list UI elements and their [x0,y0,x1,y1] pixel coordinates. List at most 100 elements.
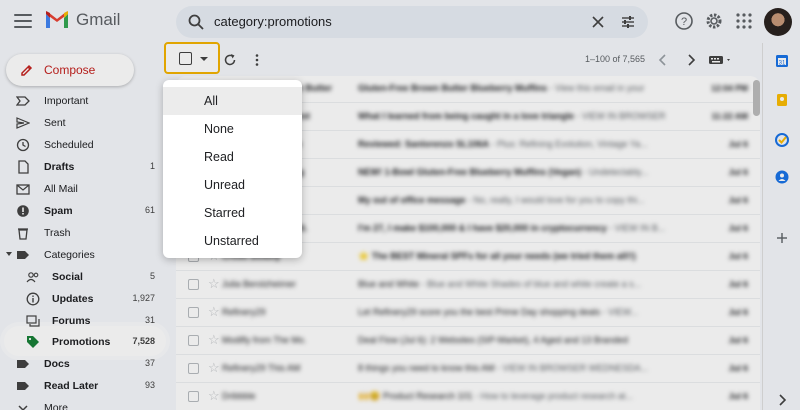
sidebar-item-label: Updates [52,293,94,305]
sidebar-item-drafts[interactable]: Drafts 1 [0,156,162,178]
sidebar-item-all-mail[interactable]: All Mail [0,178,162,200]
row-checkbox[interactable] [188,391,199,402]
compose-button[interactable]: Compose [6,54,134,86]
email-date: Jul 6 [728,223,748,233]
forum-icon [26,315,40,327]
email-row[interactable]: ☆ Refinery29 This AM 8 things you need to … [176,355,760,383]
tasks-icon[interactable] [775,133,789,147]
sidebar-item-important[interactable]: Important [0,90,162,112]
refresh-icon[interactable] [223,53,237,67]
expand-panel-icon[interactable] [775,393,789,407]
select-all-dropdown-button[interactable] [164,42,220,74]
select-menu-item-unread[interactable]: Unread [163,171,302,199]
contacts-icon[interactable] [775,170,789,184]
sidebar-item-more[interactable]: More [0,397,162,410]
sidebar-item-label: Sent [44,117,66,129]
tag-icon [27,336,39,348]
star-icon[interactable]: ☆ [208,305,220,319]
email-subject-line: Deal Flow (Jul 6): 2 Websites (SIP-Marke… [358,335,698,345]
search-input[interactable]: category:promotions [214,14,332,29]
account-avatar[interactable] [764,8,792,36]
select-menu-item-none[interactable]: None [163,115,302,143]
schedule-icon [16,138,30,152]
email-row[interactable]: ☆ Julia Berolzheimer Blue and White - Blue… [176,271,760,299]
main-menu-icon[interactable] [14,12,32,30]
select-menu-item-label: None [204,122,234,136]
email-subject-line: What I learned from being caught in a lo… [358,111,698,121]
sidebar-item-categories[interactable]: Categories [0,244,162,266]
clear-search-icon[interactable] [590,14,606,30]
sidebar-item-label: Drafts [44,161,75,173]
sidebar-item-label: Scheduled [44,139,94,151]
search-bar[interactable]: category:promotions [176,6,648,38]
chevron-left-icon[interactable] [656,53,670,67]
chevron-right-icon[interactable] [684,53,698,67]
email-sender: Refinery29 This AM [222,363,301,373]
settings-gear-icon[interactable] [704,11,724,31]
email-sender: Julia Berolzheimer [222,279,297,289]
email-subject: Let Refinery29 score you the best Prime … [358,307,601,317]
email-subject-line: 🙌😊 Product Research 101 - How to leverag… [358,391,698,402]
email-row[interactable]: ☆ Modifly from The Mo. Deal Flow (Jul 6): … [176,327,760,355]
row-checkbox[interactable] [188,307,199,318]
top-bar: Gmail category:promotions ? [0,0,800,43]
email-row[interactable]: ☆ Dribbble 🙌😊 Product Research 101 - How t… [176,383,760,410]
select-menu-item-read[interactable]: Read [163,143,302,171]
chevron-down-icon[interactable] [200,57,208,61]
sidebar-item-docs[interactable]: Docs 37 [0,353,162,375]
sidebar-item-promotions[interactable]: Promotions 7,528 [0,331,162,353]
star-icon[interactable]: ☆ [208,277,220,291]
email-row[interactable]: ☆ Refinery29 Let Refinery29 score you the … [176,299,760,327]
sidebar-item-read-later[interactable]: Read Later 93 [0,375,162,397]
email-date: Jul 6 [728,139,748,149]
sidebar-item-sent[interactable]: Sent [0,112,162,134]
sidebar-item-count: 5 [149,271,155,281]
sidebar-item-updates[interactable]: Updates 1,927 [0,288,162,310]
email-subject: Blue and White [358,279,420,289]
search-options-icon[interactable] [620,14,636,30]
caret-down-icon[interactable] [6,252,12,256]
email-date: Jul 6 [728,307,748,317]
row-checkbox[interactable] [188,279,199,290]
sidebar-item-trash[interactable]: Trash [0,222,162,244]
calendar-icon[interactable]: 31 [775,54,789,68]
row-checkbox[interactable] [188,363,199,374]
sidebar-item-social[interactable]: Social 5 [0,266,162,288]
email-subject: Deal Flow (Jul 6): 2 Websites (SIP-Marke… [358,335,628,345]
sidebar-item-spam[interactable]: Spam 61 [0,200,162,222]
keep-icon[interactable] [775,93,789,107]
list-scrollbar[interactable] [753,80,760,116]
star-icon[interactable]: ☆ [208,361,220,375]
row-checkbox[interactable] [188,335,199,346]
gmail-m-icon [46,11,68,28]
select-menu-item-starred[interactable]: Starred [163,199,302,227]
sidebar-item-count: 37 [144,358,155,368]
select-menu-item-all[interactable]: All [163,87,302,115]
email-sender: Dribbble [222,391,256,401]
email-subject: ⭐ The BEST Mineral SPFs for all your nee… [358,251,636,261]
sidebar-item-scheduled[interactable]: Scheduled [0,134,162,156]
gmail-logo[interactable]: Gmail [44,10,120,30]
sidebar-item-count: 93 [144,380,155,390]
select-menu-item-unstarred[interactable]: Unstarred [163,227,302,255]
select-menu-item-label: Starred [204,206,245,220]
email-subject: My out of office message [358,195,466,205]
svg-text:?: ? [681,16,687,28]
email-snippet: - VIEW... [600,307,639,317]
star-icon[interactable]: ☆ [208,333,220,347]
help-icon[interactable]: ? [674,11,694,31]
app-name: Gmail [76,10,121,29]
search-icon[interactable] [188,14,204,30]
svg-text:31: 31 [779,61,786,67]
star-icon[interactable]: ☆ [208,389,220,403]
apps-grid-icon[interactable] [734,11,754,31]
pencil-icon [21,64,33,76]
more-vert-icon[interactable] [250,53,264,67]
add-addon-icon[interactable] [775,231,789,245]
select-all-checkbox[interactable] [179,52,192,65]
sidebar-item-forums[interactable]: Forums 31 [0,310,162,332]
email-subject-line: Gluten-Free Brown Butter Blueberry Muffi… [358,83,698,93]
email-subject: 🙌😊 Product Research 101 [358,391,473,401]
input-tools-icon[interactable] [708,53,734,67]
email-subject: I'm 27, I make $100,000 & I have $20,000… [358,223,607,233]
